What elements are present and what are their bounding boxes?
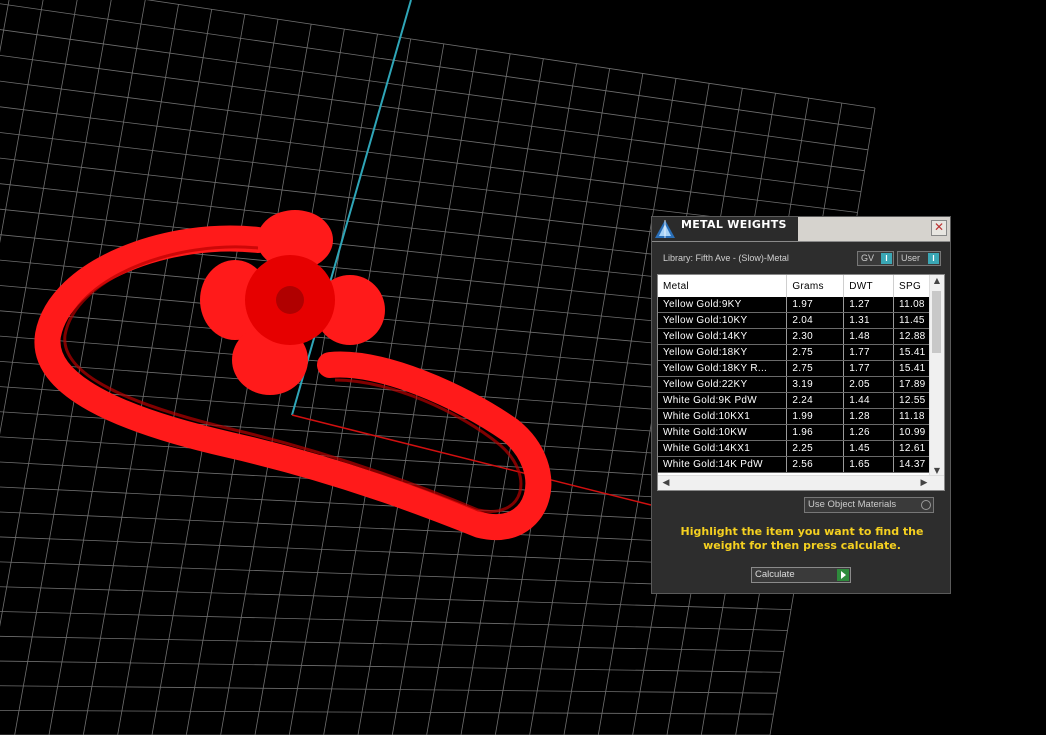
user-toggle-indicator: I <box>928 253 939 264</box>
scroll-thumb[interactable] <box>932 291 941 353</box>
cell-spg: 11.45 <box>893 312 930 329</box>
column-header-grams[interactable]: Grams <box>786 275 845 297</box>
cell-spg: 11.18 <box>893 408 930 425</box>
cell-dwt: 1.27 <box>843 297 895 313</box>
cell-dwt: 1.65 <box>843 456 895 473</box>
calculate-button[interactable]: Calculate <box>751 567 851 583</box>
user-toggle[interactable]: User I <box>897 251 941 266</box>
gv-toggle[interactable]: GV I <box>857 251 894 266</box>
cell-dwt: 1.26 <box>843 424 895 441</box>
cell-grams: 3.19 <box>786 376 845 393</box>
scroll-left-icon[interactable]: ◀ <box>660 476 672 490</box>
cell-grams: 2.24 <box>786 392 845 409</box>
app-logo-icon <box>655 220 675 238</box>
use-object-materials-toggle[interactable]: Use Object Materials <box>804 497 934 513</box>
table-row[interactable]: Yellow Gold:22KY 3.19 2.05 17.89 <box>658 376 930 393</box>
cell-spg: 15.41 <box>893 344 930 361</box>
user-toggle-label: User <box>901 253 921 263</box>
radio-icon <box>921 500 931 510</box>
metal-weights-panel: METAL WEIGHTS ✕ Library: Fifth Ave - (Sl… <box>651 216 951 594</box>
table-row[interactable]: Yellow Gold:18KY 2.75 1.77 15.41 <box>658 344 930 361</box>
cell-dwt: 1.31 <box>843 312 895 329</box>
cell-dwt: 1.28 <box>843 408 895 425</box>
cell-metal: White Gold:14K PdW <box>658 456 788 473</box>
cell-spg: 12.55 <box>893 392 930 409</box>
vertical-scrollbar[interactable]: ▲ ▼ <box>929 275 944 477</box>
cell-grams: 2.04 <box>786 312 845 329</box>
cell-spg: 10.99 <box>893 424 930 441</box>
table-row[interactable]: White Gold:10KX1 1.99 1.28 11.18 <box>658 408 930 425</box>
cell-dwt: 1.44 <box>843 392 895 409</box>
metal-grid: Metal Grams DWT SPG Yellow Gold:9KY 1.97 1… <box>658 275 930 473</box>
use-object-materials-label: Use Object Materials <box>808 499 897 510</box>
library-label: Library: Fifth Ave - (Slow)-Metal <box>663 253 789 263</box>
table-row[interactable]: White Gold:14K PdW 2.56 1.65 14.37 <box>658 456 930 473</box>
table-row[interactable]: White Gold:10KW 1.96 1.26 10.99 <box>658 424 930 441</box>
panel-titlebar[interactable]: METAL WEIGHTS ✕ <box>652 217 950 242</box>
close-button[interactable]: ✕ <box>931 220 947 236</box>
cell-metal: Yellow Gold:14KY <box>658 328 788 345</box>
gv-toggle-label: GV <box>861 253 875 263</box>
column-header-dwt[interactable]: DWT <box>843 275 895 297</box>
table-row[interactable]: Yellow Gold:14KY 2.30 1.48 12.88 <box>658 328 930 345</box>
cell-spg: 11.08 <box>893 297 930 313</box>
play-icon <box>837 569 849 581</box>
cell-metal: Yellow Gold:18KY R... <box>658 360 788 377</box>
cell-dwt: 1.48 <box>843 328 895 345</box>
cell-metal: White Gold:14KX1 <box>658 440 788 457</box>
cell-metal: Yellow Gold:10KY <box>658 312 788 329</box>
cell-spg: 17.89 <box>893 376 930 393</box>
cell-spg: 12.61 <box>893 440 930 457</box>
scroll-right-icon[interactable]: ▶ <box>918 476 930 490</box>
cell-metal: Yellow Gold:9KY <box>658 297 788 313</box>
cell-grams: 1.96 <box>786 424 845 441</box>
ring-model[interactable] <box>34 210 552 540</box>
cell-grams: 2.75 <box>786 360 845 377</box>
table-row[interactable]: White Gold:9K PdW 2.24 1.44 12.55 <box>658 392 930 409</box>
column-header-metal[interactable]: Metal <box>658 275 788 297</box>
table-body: Yellow Gold:9KY 1.97 1.27 11.08 Yellow Gold:… <box>658 297 930 473</box>
cell-grams: 2.30 <box>786 328 845 345</box>
calculate-label: Calculate <box>755 569 795 580</box>
table-row[interactable]: Yellow Gold:10KY 2.04 1.31 11.45 <box>658 312 930 329</box>
horizontal-scrollbar[interactable]: ◀ ▶ <box>658 475 944 490</box>
scroll-up-icon[interactable]: ▲ <box>930 275 944 287</box>
cell-dwt: 1.77 <box>843 360 895 377</box>
instruction-text: Highlight the item you want to find the … <box>680 525 924 552</box>
panel-title: METAL WEIGHTS <box>681 218 787 231</box>
table-header-row: Metal Grams DWT SPG <box>658 275 930 297</box>
cell-grams: 2.25 <box>786 440 845 457</box>
cell-metal: Yellow Gold:22KY <box>658 376 788 393</box>
column-header-spg[interactable]: SPG <box>893 275 930 297</box>
table-row[interactable]: Yellow Gold:18KY R... 2.75 1.77 15.41 <box>658 360 930 377</box>
cell-grams: 2.56 <box>786 456 845 473</box>
table-row[interactable]: Yellow Gold:9KY 1.97 1.27 11.08 <box>658 297 930 313</box>
gv-toggle-indicator: I <box>881 253 892 264</box>
metal-table[interactable]: Metal Grams DWT SPG Yellow Gold:9KY 1.97 1… <box>657 274 945 491</box>
cell-grams: 1.97 <box>786 297 845 313</box>
cell-spg: 14.37 <box>893 456 930 473</box>
table-row[interactable]: White Gold:14KX1 2.25 1.45 12.61 <box>658 440 930 457</box>
cell-spg: 12.88 <box>893 328 930 345</box>
cell-dwt: 2.05 <box>843 376 895 393</box>
cell-spg: 15.41 <box>893 360 930 377</box>
cell-metal: White Gold:10KX1 <box>658 408 788 425</box>
cell-dwt: 1.77 <box>843 344 895 361</box>
cell-dwt: 1.45 <box>843 440 895 457</box>
cell-metal: White Gold:9K PdW <box>658 392 788 409</box>
cell-grams: 1.99 <box>786 408 845 425</box>
cell-metal: White Gold:10KW <box>658 424 788 441</box>
cell-metal: Yellow Gold:18KY <box>658 344 788 361</box>
cell-grams: 2.75 <box>786 344 845 361</box>
